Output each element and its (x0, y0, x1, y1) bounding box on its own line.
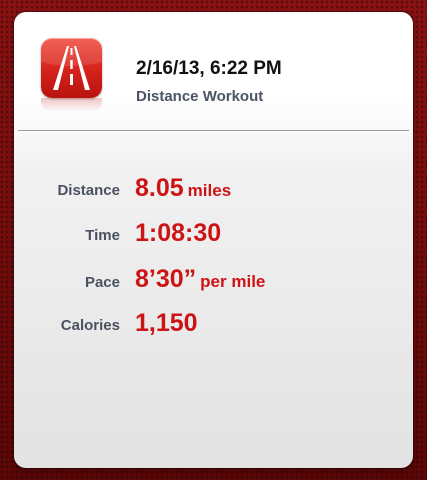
pace-number: 8’30” (135, 265, 197, 293)
time-number: 1:08:30 (135, 219, 222, 247)
distance-unit: miles (187, 181, 232, 200)
distance-value: 8.05 miles (135, 174, 231, 203)
time-label: Time (85, 227, 120, 244)
workout-type: Distance Workout (136, 88, 264, 105)
time-value: 1:08:30 (135, 219, 221, 248)
pace-label: Pace (84, 274, 120, 291)
divider (18, 130, 409, 131)
distance-number: 8.05 (135, 174, 184, 202)
calories-value: 1,150 (135, 309, 198, 338)
calories-label: Calories (60, 317, 120, 334)
pace-value: 8’30” per mile (135, 265, 265, 294)
icon-reflection (41, 98, 102, 112)
pace-unit: per mile (200, 272, 266, 291)
calories-number: 1,150 (135, 309, 198, 337)
workout-date-time: 2/16/13, 6:22 PM (136, 58, 282, 79)
road-icon (41, 38, 102, 98)
distance-label: Distance (57, 182, 120, 199)
workout-card: 2/16/13, 6:22 PM Distance Workout Distan… (14, 12, 413, 468)
